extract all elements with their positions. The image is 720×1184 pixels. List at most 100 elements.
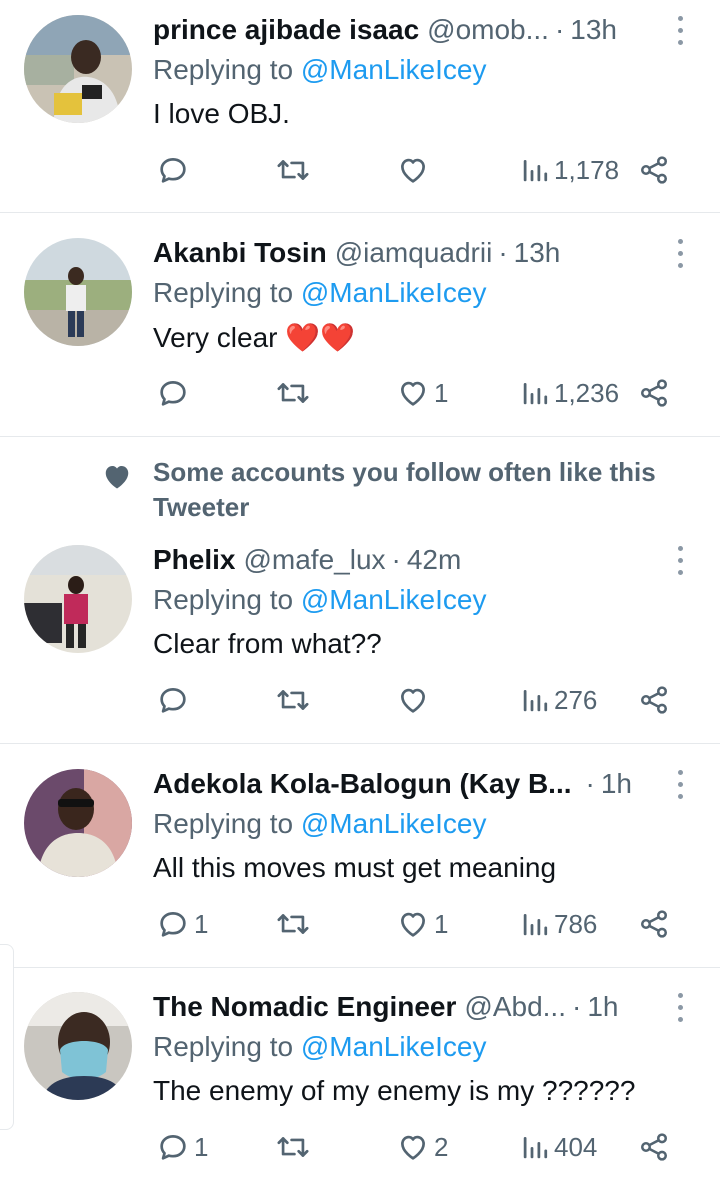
avatar[interactable]: [24, 15, 132, 123]
mention-link[interactable]: @ManLikeIcey: [301, 808, 487, 839]
heart-icon: [401, 158, 425, 183]
views-icon: [523, 914, 548, 936]
share-icon: [641, 910, 667, 938]
views-icon: [523, 383, 548, 405]
replying-to: Replying to @ManLikeIcey: [153, 1031, 486, 1063]
views-button[interactable]: 1,236: [520, 373, 619, 413]
like-button[interactable]: [396, 680, 434, 720]
retweet-icon: [277, 914, 309, 934]
separator-dot: ·: [585, 768, 595, 799]
reply-icon: [160, 1135, 186, 1160]
replying-to: Replying to @ManLikeIcey: [153, 54, 486, 86]
reply-button[interactable]: 1: [156, 904, 208, 944]
tweet-5[interactable]: The Nomadic Engineer @Abd... · 1h Replyi…: [0, 987, 720, 1184]
action-bar: 1 1,236: [0, 373, 720, 413]
views-button[interactable]: 276: [520, 680, 597, 720]
tweet-4[interactable]: Adekola Kola-Balogun (Kay B... · 1h Repl…: [0, 764, 720, 964]
replying-prefix: Replying to: [153, 808, 294, 839]
author-name[interactable]: Akanbi Tosin: [153, 237, 327, 269]
author-name[interactable]: The Nomadic Engineer: [153, 991, 456, 1023]
more-options-icon[interactable]: [674, 237, 686, 271]
author-handle[interactable]: @iamquadrii: [335, 237, 493, 269]
avatar-image: [24, 992, 132, 1100]
share-button[interactable]: [638, 1127, 670, 1167]
timestamp[interactable]: 13h: [570, 14, 617, 46]
replying-to: Replying to @ManLikeIcey: [153, 277, 486, 309]
like-button[interactable]: 2: [396, 1127, 448, 1167]
retweet-icon: [277, 690, 309, 710]
mention-link[interactable]: @ManLikeIcey: [301, 584, 487, 615]
mention-link[interactable]: @ManLikeIcey: [301, 54, 487, 85]
retweet-icon: [277, 383, 309, 403]
more-options-icon[interactable]: [674, 14, 686, 48]
share-icon: [641, 1133, 667, 1161]
reply-count: 1: [194, 1131, 209, 1162]
avatar-image: [24, 769, 132, 877]
author-handle[interactable]: @mafe_lux: [243, 544, 385, 576]
views-button[interactable]: 786: [520, 904, 597, 944]
retweet-button[interactable]: [274, 373, 316, 413]
action-bar: 276: [0, 680, 720, 720]
reply-icon: [160, 381, 186, 406]
replying-prefix: Replying to: [153, 54, 294, 85]
view-count: 786: [554, 908, 598, 939]
author-name[interactable]: Phelix: [153, 544, 235, 576]
author-handle[interactable]: @omob...: [427, 14, 549, 46]
like-button[interactable]: 1: [396, 373, 448, 413]
separator-dot: ·: [554, 14, 565, 45]
author-handle[interactable]: @Abd...: [464, 991, 566, 1023]
author-name[interactable]: prince ajibade isaac: [153, 14, 419, 46]
more-options-icon[interactable]: [674, 991, 686, 1025]
divider: [0, 967, 720, 968]
retweet-button[interactable]: [274, 150, 316, 190]
tweet-3[interactable]: Phelix @mafe_lux · 42m Replying to @ManL…: [0, 540, 720, 740]
avatar[interactable]: [24, 545, 132, 653]
mention-link[interactable]: @ManLikeIcey: [301, 1031, 487, 1062]
view-count: 1,236: [554, 377, 620, 408]
share-button[interactable]: [638, 373, 670, 413]
timestamp[interactable]: 1h: [587, 991, 618, 1023]
more-options-icon[interactable]: [674, 768, 686, 802]
like-button[interactable]: [396, 150, 434, 190]
tweet-1[interactable]: prince ajibade isaac @omob... · 13h Repl…: [0, 10, 720, 210]
view-count: 1,178: [554, 154, 620, 185]
share-button[interactable]: [638, 680, 670, 720]
author-name[interactable]: Adekola Kola-Balogun (Kay B...: [153, 768, 572, 800]
retweet-button[interactable]: [274, 680, 316, 720]
tweet-text: All this moves must get meaning: [153, 852, 557, 883]
like-count: 1: [434, 908, 449, 939]
views-button[interactable]: 404: [520, 1127, 597, 1167]
reply-button[interactable]: [156, 373, 194, 413]
reply-button[interactable]: 1: [156, 1127, 208, 1167]
share-button[interactable]: [638, 904, 670, 944]
share-button[interactable]: [638, 150, 670, 190]
views-button[interactable]: 1,178: [520, 150, 619, 190]
separator-dot: ·: [391, 544, 401, 575]
divider: [0, 436, 720, 437]
avatar[interactable]: [24, 769, 132, 877]
replying-prefix: Replying to: [153, 277, 294, 308]
replying-prefix: Replying to: [153, 1031, 294, 1062]
like-button[interactable]: 1: [396, 904, 448, 944]
retweet-button[interactable]: [274, 1127, 316, 1167]
retweet-button[interactable]: [274, 904, 316, 944]
avatar-image: [24, 238, 132, 346]
mention-link[interactable]: @ManLikeIcey: [301, 277, 487, 308]
avatar[interactable]: [24, 238, 132, 346]
action-bar: 1,178: [0, 150, 720, 190]
tweet-text: Very clear ❤️❤️: [153, 322, 356, 353]
retweet-icon: [277, 1137, 309, 1157]
like-count: 1: [434, 377, 449, 408]
timestamp[interactable]: 42m: [407, 544, 461, 576]
timestamp[interactable]: 13h: [514, 237, 561, 269]
replying-to: Replying to @ManLikeIcey: [153, 808, 486, 840]
more-options-icon[interactable]: [674, 544, 686, 578]
timestamp[interactable]: 1h: [601, 768, 632, 800]
reply-icon: [160, 158, 186, 183]
views-icon: [523, 160, 548, 182]
tweet-2[interactable]: Akanbi Tosin @iamquadrii · 13h Replying …: [0, 233, 720, 433]
reply-button[interactable]: [156, 150, 194, 190]
avatar[interactable]: [24, 992, 132, 1100]
view-count: 276: [554, 684, 598, 715]
reply-button[interactable]: [156, 680, 194, 720]
